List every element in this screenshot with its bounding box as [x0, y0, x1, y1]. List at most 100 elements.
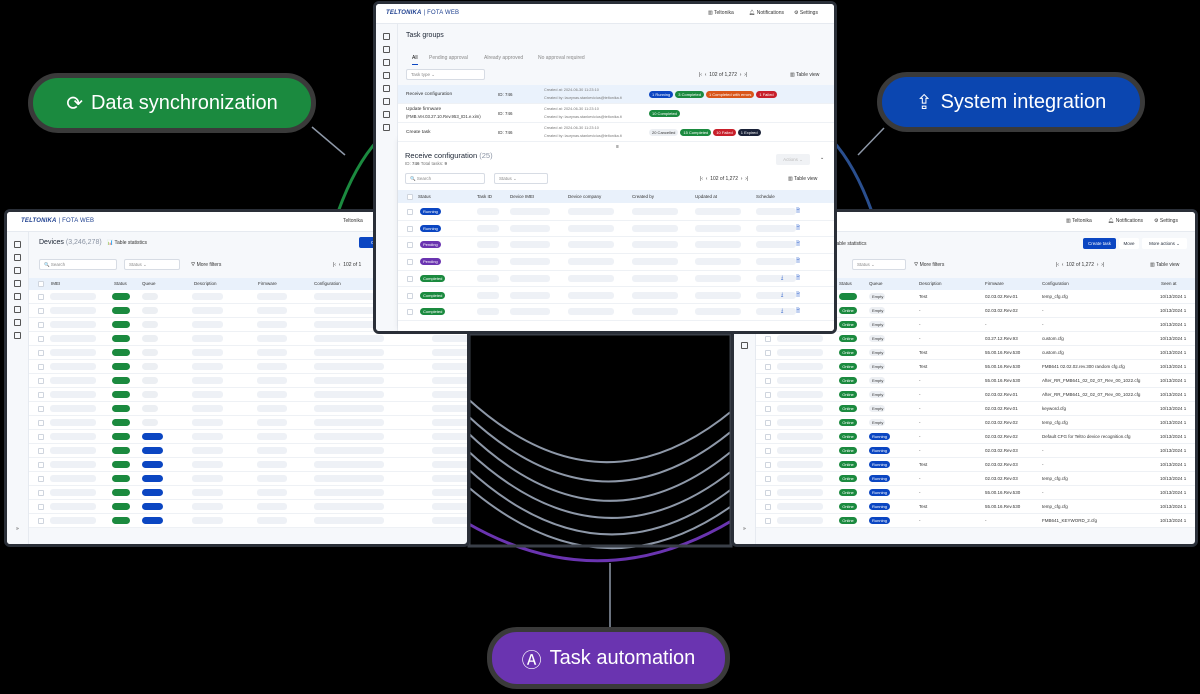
notifications-button[interactable]: 🔔︎ Notifications: [1108, 218, 1143, 224]
column-header[interactable]: Updated at: [695, 194, 717, 199]
tab-already-approved[interactable]: Already approved: [484, 55, 523, 61]
select-all-checkbox[interactable]: [407, 194, 413, 200]
document-icon[interactable]: [14, 293, 21, 300]
row-checkbox[interactable]: [38, 448, 44, 454]
row-checkbox[interactable]: [407, 209, 413, 215]
column-header[interactable]: Seen at: [1161, 281, 1177, 286]
row-checkbox[interactable]: [765, 378, 771, 384]
table-row[interactable]: Online Empty - 02.03.02.Rev.01 After_RR_FMB6…: [756, 388, 1195, 402]
table-icon[interactable]: [14, 332, 21, 339]
settings-button[interactable]: ⚙ Settings: [1154, 218, 1178, 224]
file-icon[interactable]: 🗎: [796, 225, 800, 233]
table-row[interactable]: [29, 360, 467, 374]
table-row[interactable]: [29, 388, 467, 402]
row-checkbox[interactable]: [765, 476, 771, 482]
table-row[interactable]: [29, 346, 467, 360]
row-checkbox[interactable]: [765, 448, 771, 454]
users-icon[interactable]: [383, 111, 390, 118]
dashboard-icon[interactable]: [14, 241, 21, 248]
table-row[interactable]: Online Empty Test 55.00.16.Rev.530 FMB641 02…: [756, 360, 1195, 374]
companies-icon[interactable]: [14, 306, 21, 313]
column-header[interactable]: Status: [418, 194, 431, 199]
row-checkbox[interactable]: [765, 518, 771, 524]
row-checkbox[interactable]: [38, 420, 44, 426]
table-row[interactable]: Online Running - - FMB641_KEYWORD_2.cfg 10/13…: [756, 514, 1195, 528]
status-dropdown[interactable]: Status ⌄: [852, 259, 906, 270]
row-checkbox[interactable]: [38, 504, 44, 510]
row-checkbox[interactable]: [38, 378, 44, 384]
table-row[interactable]: Online Running Test 02.03.02.Rev.03 - 10/13/2…: [756, 458, 1195, 472]
row-checkbox[interactable]: [765, 336, 771, 342]
row-checkbox[interactable]: [407, 292, 413, 299]
collapse-sidebar-button[interactable]: »: [16, 526, 19, 532]
task-group-row[interactable]: Create task ID: 746 Created at: 2024-06-30…: [398, 123, 834, 142]
file-icon[interactable]: 🗎: [796, 308, 800, 316]
column-header[interactable]: Device company: [568, 194, 601, 199]
actions-button[interactable]: Actions ⌄: [776, 154, 810, 165]
search-input[interactable]: 🔍 Search: [405, 173, 485, 184]
tab-pending-approval[interactable]: Pending approval: [429, 55, 468, 61]
table-statistics-button[interactable]: Table statistics: [834, 241, 867, 247]
table-row[interactable]: [29, 430, 467, 444]
table-row[interactable]: Online Empty - 55.00.16.Rev.530 After_RR_FMB…: [756, 374, 1195, 388]
table-row[interactable]: Online Empty Test 55.00.16.Rev.530 custom.cf…: [756, 346, 1195, 360]
files-icon[interactable]: [14, 280, 21, 287]
pagination[interactable]: |‹ ‹ 102 of 1,272 › ›|: [700, 176, 748, 182]
row-checkbox[interactable]: [765, 462, 771, 468]
pagination[interactable]: |‹ ‹ 102 of 1,272 › ›|: [1056, 262, 1104, 268]
file-icon[interactable]: 🗎: [796, 208, 800, 216]
select-all-checkbox[interactable]: [38, 281, 44, 287]
row-checkbox[interactable]: [407, 259, 413, 266]
column-header[interactable]: Schedule: [756, 194, 775, 199]
file-icon[interactable]: 🗎: [796, 241, 800, 249]
company-selector[interactable]: ▥ Teltonika: [1066, 218, 1092, 224]
collapse-sidebar-button[interactable]: »: [743, 526, 746, 532]
tasks-icon[interactable]: [383, 59, 390, 66]
table-view-button[interactable]: ▥ Table view: [788, 176, 817, 182]
row-checkbox[interactable]: [407, 225, 413, 232]
column-header[interactable]: Device IMEI: [510, 194, 534, 199]
tasks-icon[interactable]: [14, 267, 21, 274]
file-icon[interactable]: 🗎: [796, 275, 800, 283]
tab-all[interactable]: All: [412, 55, 418, 65]
table-row[interactable]: Completed ⤓ 🗎: [398, 304, 834, 321]
table-row[interactable]: [29, 374, 467, 388]
notifications-button[interactable]: 🔔︎ Notifications: [749, 10, 784, 16]
devices-icon[interactable]: [383, 46, 390, 53]
table-row[interactable]: Online Running Test 55.00.16.Rev.530 temp_cf…: [756, 500, 1195, 514]
row-checkbox[interactable]: [765, 504, 771, 510]
table-row[interactable]: Completed ⤓ 🗎: [398, 271, 834, 288]
table-row[interactable]: Online Empty - 03.27.12.Rev.93 custom.cfg 10/…: [756, 332, 1195, 346]
task-group-row[interactable]: Receive configuration ID: 746 Created at: …: [398, 85, 834, 104]
column-header[interactable]: Description: [194, 281, 217, 286]
table-row[interactable]: [29, 458, 467, 472]
row-checkbox[interactable]: [38, 392, 44, 398]
row-checkbox[interactable]: [38, 518, 44, 524]
table-statistics-button[interactable]: 📊 Table statistics: [107, 240, 147, 246]
file-icon[interactable]: 🗎: [796, 292, 800, 300]
more-filters-button[interactable]: ⛛ More filters: [191, 262, 221, 268]
table-row[interactable]: Online Empty - 02.03.02.Rev.01 keyword.cfg 10…: [756, 402, 1195, 416]
company-selector[interactable]: Teltonika: [343, 218, 363, 224]
row-checkbox[interactable]: [407, 309, 413, 316]
row-checkbox[interactable]: [38, 308, 44, 314]
row-checkbox[interactable]: [765, 350, 771, 356]
column-header[interactable]: Configuration: [314, 281, 341, 286]
document-icon[interactable]: [383, 85, 390, 92]
table-row[interactable]: Running 🗎: [398, 204, 834, 221]
create-task-button[interactable]: Create task: [1083, 238, 1116, 249]
drag-handle[interactable]: ≡: [616, 144, 619, 150]
settings-button[interactable]: ⚙ Settings: [794, 10, 818, 16]
column-header[interactable]: Description: [919, 281, 942, 286]
collapse-panel-chevron[interactable]: ⌄: [820, 155, 824, 161]
table-row[interactable]: Pending 🗎: [398, 254, 834, 271]
download-icon[interactable]: ⤓: [781, 308, 783, 314]
table-row[interactable]: Running 🗎: [398, 221, 834, 238]
more-actions-button[interactable]: More actions ⌄: [1142, 238, 1187, 249]
more-filters-button[interactable]: ⛛ More filters: [914, 262, 944, 268]
table-row[interactable]: Completed ⤓ 🗎: [398, 288, 834, 305]
task-group-row[interactable]: Update firmware (FMB.Ver.03.27.10.Rev.953…: [398, 104, 834, 123]
devices-icon[interactable]: [14, 254, 21, 261]
table-row[interactable]: [29, 332, 467, 346]
pagination[interactable]: |‹ ‹ 102 of 1: [333, 262, 361, 268]
